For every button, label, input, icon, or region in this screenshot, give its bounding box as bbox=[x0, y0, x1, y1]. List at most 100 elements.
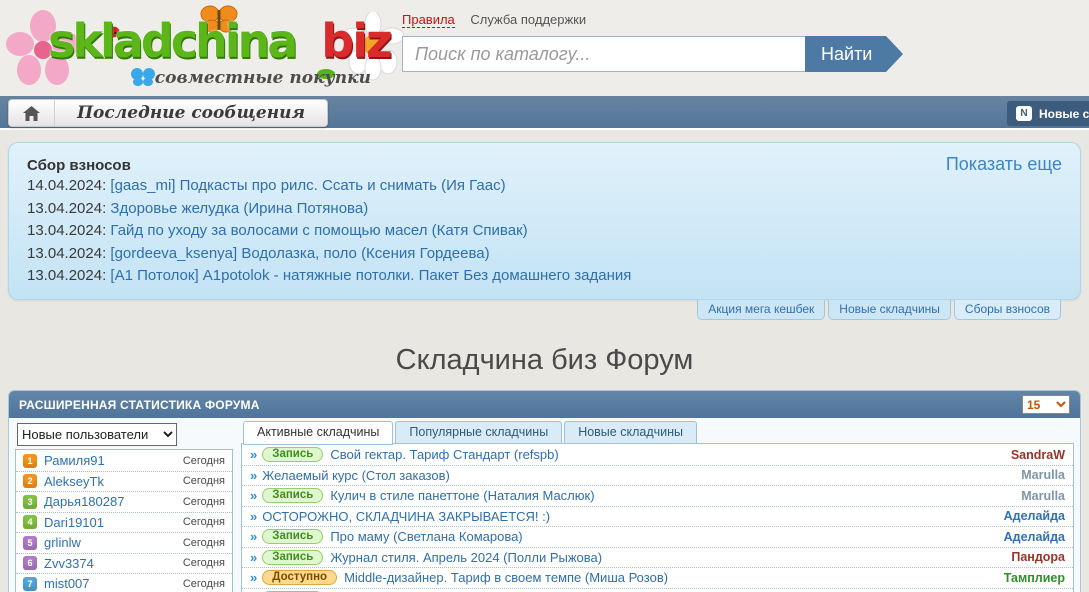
fees-title: Сбор взносов bbox=[27, 157, 131, 174]
chevron-right-icon: » bbox=[250, 549, 257, 565]
fees-item-date: 13.04.2024: bbox=[27, 267, 107, 284]
header-links: Правила Служба поддержки bbox=[402, 12, 586, 28]
topic-author: Аделайда bbox=[1003, 529, 1065, 544]
topic-status-badge: Запись bbox=[262, 549, 324, 565]
chevron-right-icon: » bbox=[250, 447, 257, 463]
forum-stats-panel: РАСШИРЕННАЯ СТАТИСТИКА ФОРУМА 15 Новые п… bbox=[8, 390, 1081, 592]
topic-link[interactable]: Middle-дизайнер. Тариф в своем темпе (Ми… bbox=[344, 570, 997, 585]
user-rank-badge: 1 bbox=[23, 453, 37, 468]
blue-butterfly-icon bbox=[131, 68, 155, 86]
users-filter-select[interactable]: Новые пользователи bbox=[17, 423, 177, 446]
page-title: Складчина биз Форум bbox=[395, 344, 694, 376]
topic-status-badge: Запись bbox=[262, 447, 324, 463]
topics-tab[interactable]: Новые складчины bbox=[564, 421, 697, 444]
site-logo[interactable]: skladchina biz совместные покупки bbox=[6, 4, 405, 92]
page-size-select[interactable]: 15 bbox=[1022, 395, 1070, 414]
user-link[interactable]: grlinlw bbox=[44, 535, 183, 550]
user-link[interactable]: Рамиля91 bbox=[44, 453, 183, 468]
topic-row: » ОСТОРОЖНО, СКЛАДЧИНА ЗАКРЫВАЕТСЯ! :) А… bbox=[242, 507, 1073, 527]
show-more-link[interactable]: Показать еще bbox=[946, 154, 1062, 175]
topic-row: » Запись Кулич в стиле панеттоне (Натали… bbox=[242, 486, 1073, 507]
topic-status-badge: Доступно bbox=[262, 570, 338, 586]
topic-row: » Запись Журнал стиля. Апрель 2024 (Полл… bbox=[242, 548, 1073, 568]
chevron-right-icon: » bbox=[250, 508, 257, 524]
topic-link[interactable]: Свой гектар. Тариф Стандарт (refspb) bbox=[330, 447, 1003, 462]
chevron-right-icon: » bbox=[250, 570, 257, 586]
search-input[interactable] bbox=[402, 36, 805, 72]
topic-author: SandraW bbox=[1010, 447, 1065, 462]
fees-item-date: 13.04.2024: bbox=[27, 222, 107, 239]
user-rank-badge: 2 bbox=[23, 474, 37, 489]
search-bar: Найти bbox=[402, 36, 904, 72]
new-users-column: Новые пользователи 1 Рамиля91 Сегодня 2 … bbox=[15, 421, 233, 592]
topic-status-badge: Запись bbox=[262, 488, 324, 504]
user-joined-label: Сегодня bbox=[182, 454, 225, 467]
new-messages-button[interactable]: N Новые сообщения bbox=[1007, 101, 1089, 126]
fees-item-link[interactable]: Здоровье желудка (Ирина Потянова) bbox=[110, 200, 368, 217]
chevron-right-icon: » bbox=[250, 467, 257, 483]
rules-link[interactable]: Правила bbox=[402, 12, 455, 28]
user-joined-label: Сегодня bbox=[182, 557, 225, 570]
user-joined-label: Сегодня bbox=[182, 516, 225, 529]
site-header: skladchina biz совместные покупки Правила… bbox=[0, 0, 1089, 96]
user-joined-label: Сегодня bbox=[182, 577, 225, 590]
fees-tab[interactable]: Сборы взносов bbox=[953, 300, 1061, 320]
user-link[interactable]: mist007 bbox=[44, 576, 183, 591]
fees-item: 13.04.2024: Здоровье желудка (Ирина Потя… bbox=[27, 198, 1062, 221]
support-link[interactable]: Служба поддержки bbox=[470, 12, 586, 27]
user-link[interactable]: Дарья180287 bbox=[44, 494, 183, 509]
user-joined-label: Сегодня bbox=[182, 475, 225, 488]
fees-tab[interactable]: Акция мега кешбек bbox=[697, 300, 826, 320]
home-icon[interactable] bbox=[9, 100, 55, 126]
user-link[interactable]: AlekseyTk bbox=[44, 474, 183, 489]
fees-item: 13.04.2024: [gordeeva_ksenya] Водолазка,… bbox=[27, 243, 1062, 266]
new-messages-icon: N bbox=[1016, 106, 1032, 121]
search-button[interactable]: Найти bbox=[805, 36, 904, 72]
user-rank-badge: 5 bbox=[23, 535, 37, 550]
fees-item-link[interactable]: [gaas_mi] Подкасты про рилс. Ссать и сни… bbox=[110, 177, 505, 194]
fees-item-date: 14.04.2024: bbox=[27, 177, 107, 194]
fees-tab[interactable]: Новые складчины bbox=[828, 300, 951, 320]
user-rank-badge: 3 bbox=[23, 494, 37, 509]
user-rank-badge: 7 bbox=[23, 576, 37, 591]
topic-link[interactable]: Желаемый курс (Стол заказов) bbox=[262, 468, 1014, 483]
user-row: 2 AlekseyTk Сегодня bbox=[16, 472, 232, 492]
latest-posts-label: Последние сообщения bbox=[77, 103, 306, 123]
fees-item-link[interactable]: Гайд по уходу за волосами с помощью масе… bbox=[110, 222, 527, 239]
topic-link[interactable]: Кулич в стиле панеттоне (Наталия Маслюк) bbox=[330, 488, 1014, 503]
fees-item-link[interactable]: [gordeeva_ksenya] Водолазка, поло (Ксени… bbox=[110, 245, 489, 262]
user-rank-badge: 6 bbox=[23, 556, 37, 571]
fees-item-date: 13.04.2024: bbox=[27, 244, 107, 262]
logo-main-text: skladchina bbox=[48, 14, 298, 68]
fees-item-date: 13.04.2024: bbox=[27, 199, 107, 217]
topic-link[interactable]: ОСТОРОЖНО, СКЛАДЧИНА ЗАКРЫВАЕТСЯ! :) bbox=[262, 509, 996, 524]
topic-author: Marulla bbox=[1021, 488, 1065, 503]
stats-header: РАСШИРЕННАЯ СТАТИСТИКА ФОРУМА 15 bbox=[9, 391, 1080, 418]
topic-status-badge: Запись bbox=[262, 529, 324, 545]
topic-link[interactable]: Про маму (Светлана Комарова) bbox=[330, 529, 996, 544]
fees-item-link[interactable]: [А1 Потолок] A1potolok - натяжные потолк… bbox=[110, 267, 631, 284]
logo-text: skladchina biz bbox=[48, 14, 393, 68]
topic-row: » Запись Свой гектар. Тариф Стандарт (re… bbox=[242, 445, 1073, 466]
topic-row: » Запись Про маму (Светлана Комарова) Ад… bbox=[242, 527, 1073, 548]
topic-author: Тамплиер bbox=[1003, 570, 1065, 585]
user-row: 7 mist007 Сегодня bbox=[16, 574, 232, 592]
latest-posts-tab[interactable]: Последние сообщения bbox=[8, 99, 329, 127]
topic-link[interactable]: Журнал стиля. Апрель 2024 (Полли Рыжова) bbox=[330, 550, 1004, 565]
user-row: 5 grlinlw Сегодня bbox=[16, 533, 232, 554]
user-rank-badge: 4 bbox=[23, 515, 37, 530]
topics-tab[interactable]: Активные складчины bbox=[243, 421, 394, 445]
chevron-right-icon: » bbox=[250, 488, 257, 504]
user-row: 6 Zvv3374 Сегодня bbox=[16, 554, 232, 574]
fees-list: 14.04.2024: [gaas_mi] Подкасты про рилс.… bbox=[27, 175, 1062, 288]
user-link[interactable]: Zvv3374 bbox=[44, 556, 183, 571]
fees-tabs: Акция мега кешбек Новые складчины Сборы … bbox=[694, 300, 1061, 320]
logo-suffix-text: biz bbox=[321, 14, 392, 68]
topic-author: Marulla bbox=[1021, 468, 1065, 483]
user-link[interactable]: Dari19101 bbox=[44, 515, 183, 530]
topics-column: Активные складчины Популярные складчины … bbox=[241, 421, 1074, 592]
topic-row: » Желаемый курс (Стол заказов) Marulla bbox=[242, 466, 1073, 486]
topics-list: » Запись Свой гектар. Тариф Стандарт (re… bbox=[241, 443, 1074, 592]
user-joined-label: Сегодня bbox=[182, 536, 225, 549]
topics-tab[interactable]: Популярные складчины bbox=[395, 421, 563, 444]
